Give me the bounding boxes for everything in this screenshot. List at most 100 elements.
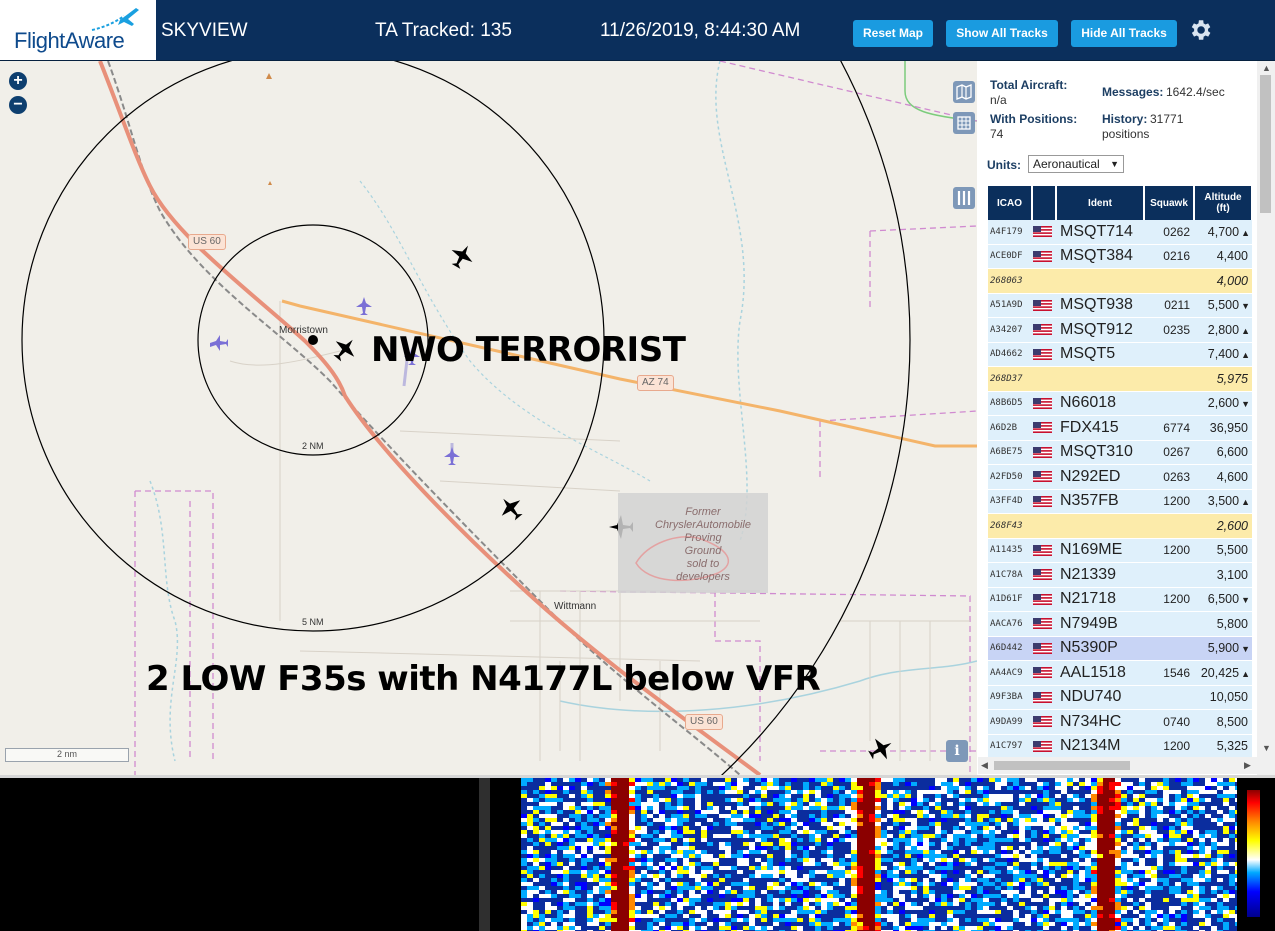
panel-horizontal-scrollbar[interactable]: ◀ ▶ bbox=[978, 757, 1257, 774]
table-row[interactable]: A8B6D5 N66018 2,600 ▼ bbox=[988, 391, 1252, 416]
spectrogram-cell bbox=[1133, 878, 1139, 882]
spectrogram-cell bbox=[1037, 898, 1043, 902]
scroll-right-icon[interactable]: ▶ bbox=[1244, 760, 1251, 771]
table-row[interactable]: AA4AC9 AAL1518 1546 20,425 ▲ bbox=[988, 660, 1252, 686]
table-row[interactable]: AD4662 MSQT5 7,400 ▲ bbox=[988, 342, 1252, 367]
table-row[interactable]: A1C797 N2134M 1200 5,325 bbox=[988, 734, 1252, 759]
col-header-squawk[interactable]: Squawk bbox=[1144, 186, 1195, 220]
spectrogram-cell bbox=[851, 926, 857, 930]
spectrogram-cell bbox=[629, 926, 635, 930]
spectrogram-cell bbox=[623, 882, 629, 886]
spectrogram-cell bbox=[539, 822, 545, 826]
table-row[interactable]: ACE0DF MSQT384 0216 4,400 bbox=[988, 244, 1252, 269]
history-value: 31771 bbox=[1150, 112, 1184, 126]
us-flag-icon bbox=[1033, 740, 1052, 752]
table-row[interactable]: A11435 N169ME 1200 5,500 bbox=[988, 538, 1252, 563]
aircraft-untracked[interactable] bbox=[444, 447, 460, 465]
table-row[interactable]: AACA76 N7949B 5,800 bbox=[988, 611, 1252, 637]
spectrogram-cell bbox=[1139, 866, 1145, 870]
spectrogram-cell bbox=[737, 918, 743, 922]
scrollbar-thumb[interactable] bbox=[994, 761, 1130, 770]
spectrogram-cell bbox=[857, 866, 863, 870]
table-row[interactable]: A34207 MSQT912 0235 2,800 ▲ bbox=[988, 317, 1252, 343]
aircraft-untracked[interactable] bbox=[356, 297, 372, 315]
spectrogram-cell bbox=[857, 850, 863, 854]
spectrogram-cell bbox=[1187, 850, 1193, 854]
flag-cell bbox=[1032, 220, 1056, 245]
spectrogram-cell bbox=[1079, 874, 1085, 878]
hide-all-tracks-button[interactable]: Hide All Tracks bbox=[1071, 20, 1177, 47]
spectrogram-cell bbox=[665, 806, 671, 810]
table-row[interactable]: A1D61F N21718 1200 6,500 ▼ bbox=[988, 587, 1252, 612]
spectrogram-cell bbox=[707, 922, 713, 926]
zoom-out-button[interactable]: − bbox=[9, 96, 27, 114]
table-row[interactable]: A9DA99 N734HC 0740 8,500 bbox=[988, 709, 1252, 735]
col-header-altitude[interactable]: Altitude (ft) bbox=[1194, 186, 1253, 220]
units-select[interactable]: Aeronautical ▼ bbox=[1028, 155, 1124, 173]
spectrogram-cell bbox=[527, 874, 533, 878]
scroll-up-icon[interactable]: ▲ bbox=[1262, 63, 1271, 73]
spectrogram-cell bbox=[851, 862, 857, 866]
info-button[interactable]: i bbox=[946, 740, 968, 762]
spectrogram-cell bbox=[773, 918, 779, 922]
table-row[interactable]: A3FF4D N357FB 1200 3,500 ▲ bbox=[988, 489, 1252, 514]
zoom-in-button[interactable]: + bbox=[9, 72, 27, 90]
aircraft-tracked[interactable] bbox=[328, 332, 362, 366]
spectrogram-cell bbox=[647, 814, 653, 818]
table-row[interactable]: A6D442 N5390P 5,900 ▼ bbox=[988, 636, 1252, 661]
spectrogram-cell bbox=[965, 838, 971, 842]
aircraft-tracked[interactable] bbox=[494, 491, 528, 525]
scroll-down-icon[interactable]: ▼ bbox=[1262, 743, 1271, 753]
spectrogram-cell bbox=[1187, 790, 1193, 794]
spectrogram-cell bbox=[629, 890, 635, 894]
spectrogram-cell bbox=[677, 802, 683, 806]
table-row[interactable]: A51A9D MSQT938 0211 5,500 ▼ bbox=[988, 293, 1252, 318]
spectrogram-cell bbox=[773, 794, 779, 798]
spectrogram-cell bbox=[641, 858, 647, 862]
spectrogram-cell bbox=[869, 866, 875, 870]
reset-map-button[interactable]: Reset Map bbox=[853, 20, 933, 47]
spectrogram-cell bbox=[1121, 922, 1127, 926]
spectrogram-cell bbox=[851, 810, 857, 814]
spectrogram-cell bbox=[1145, 894, 1151, 898]
scrollbar-thumb[interactable] bbox=[1260, 75, 1271, 213]
us-flag-icon bbox=[1033, 397, 1052, 409]
gear-icon[interactable] bbox=[1187, 17, 1213, 43]
show-all-tracks-button[interactable]: Show All Tracks bbox=[946, 20, 1058, 47]
aircraft-untracked[interactable] bbox=[210, 335, 228, 351]
table-row[interactable]: A4F179 MSQT714 0262 4,700 ▲ bbox=[988, 220, 1252, 245]
spectrogram-cell bbox=[1217, 842, 1223, 846]
pane-splitter[interactable] bbox=[479, 778, 490, 931]
panel-vertical-scrollbar[interactable]: ▲ ▼ bbox=[1257, 61, 1275, 775]
spectrogram-cell bbox=[569, 918, 575, 922]
spectrogram-cell bbox=[1199, 890, 1205, 894]
table-row[interactable]: 268063 4,000 bbox=[988, 268, 1252, 294]
col-header-ident[interactable]: Ident bbox=[1056, 186, 1145, 220]
table-row[interactable]: A6D2B FDX415 6774 36,950 bbox=[988, 415, 1252, 441]
spectrogram-cell bbox=[563, 906, 569, 910]
map-view[interactable]: + − US 60 AZ 74 US 60 Morristown Wittman… bbox=[0, 61, 977, 775]
spectrogram-cell bbox=[971, 926, 977, 930]
col-header-icao[interactable]: ICAO bbox=[988, 186, 1033, 220]
table-row[interactable]: 268D37 5,975 bbox=[988, 366, 1252, 392]
columns-icon[interactable] bbox=[953, 187, 975, 209]
scroll-left-icon[interactable]: ◀ bbox=[981, 760, 988, 771]
clock-datetime: 11/26/2019, 8:44:30 AM bbox=[600, 20, 801, 41]
grid-icon[interactable] bbox=[953, 112, 975, 134]
spectrogram-cell bbox=[1151, 822, 1157, 826]
aircraft-tracked[interactable] bbox=[446, 240, 479, 273]
spectrogram-cell bbox=[761, 862, 767, 866]
col-header-flag[interactable] bbox=[1032, 186, 1057, 220]
table-row[interactable]: A6BE75 MSQT310 0267 6,600 bbox=[988, 440, 1252, 465]
spectrogram-cell bbox=[881, 838, 887, 842]
table-row[interactable]: A9F3BA NDU740 10,050 bbox=[988, 685, 1252, 710]
map-layers-icon[interactable] bbox=[953, 81, 975, 103]
table-row[interactable]: A2FD50 N292ED 0263 4,600 bbox=[988, 464, 1252, 490]
table-row[interactable]: A1C78A N21339 3,100 bbox=[988, 562, 1252, 588]
range-label-2nm: 2 NM bbox=[302, 441, 324, 451]
spectrogram-cell bbox=[677, 906, 683, 910]
spectrogram-cell bbox=[785, 802, 791, 806]
flightaware-logo[interactable]: FlightAware bbox=[0, 0, 156, 60]
spectrogram-cell bbox=[911, 802, 917, 806]
table-row[interactable]: 268F43 2,600 bbox=[988, 513, 1252, 539]
